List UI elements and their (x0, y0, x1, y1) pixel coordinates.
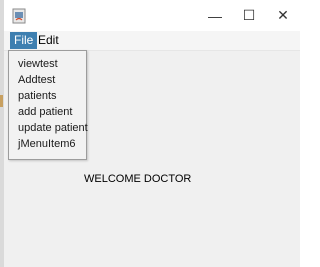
menu-item-viewtest[interactable]: viewtest (18, 57, 58, 71)
app-window: — ☐ ✕ File Edit WELCOME DOCTOR viewtest … (0, 0, 300, 267)
title-bar[interactable]: — ☐ ✕ (4, 0, 300, 31)
maximize-button[interactable]: ☐ (232, 0, 266, 31)
close-button[interactable]: ✕ (266, 0, 300, 31)
menu-item-addtest[interactable]: Addtest (18, 73, 55, 87)
menu-edit[interactable]: Edit (34, 32, 63, 49)
menu-item-patients[interactable]: patients (18, 89, 57, 103)
menu-item-add-patient[interactable]: add patient (18, 105, 72, 119)
welcome-label: WELCOME DOCTOR (84, 173, 192, 185)
file-menu-dropdown: viewtest Addtest patients add patient up… (8, 50, 88, 160)
menu-item-update-patient[interactable]: update patient (18, 121, 88, 135)
background-window-marker (0, 95, 3, 107)
minimize-button[interactable]: — (198, 0, 232, 31)
menu-bar: File Edit (4, 31, 300, 51)
java-app-icon (12, 8, 26, 24)
menu-item-jmenuitem6[interactable]: jMenuItem6 (18, 137, 75, 151)
